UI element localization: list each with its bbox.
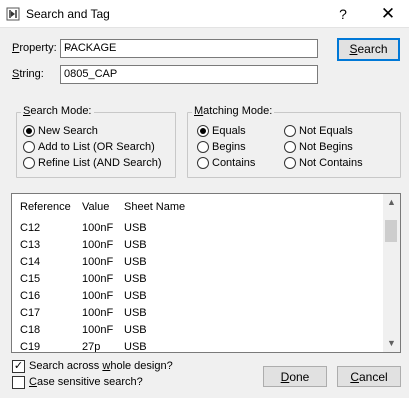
- table-row-sheet[interactable]: USB: [124, 341, 147, 352]
- begins-label[interactable]: Begins: [212, 141, 246, 153]
- scroll-up-icon[interactable]: ▲: [383, 194, 400, 211]
- not-equals-radio[interactable]: [284, 125, 296, 137]
- not-equals-label[interactable]: Not Equals: [299, 125, 353, 137]
- search-button[interactable]: Search: [337, 38, 400, 61]
- table-row-reference[interactable]: C15: [20, 273, 40, 285]
- table-row-reference[interactable]: C14: [20, 256, 40, 268]
- not-begins-label[interactable]: Not Begins: [299, 141, 353, 153]
- string-value: 0805_CAP: [64, 68, 118, 80]
- new-search-radio[interactable]: [23, 125, 35, 137]
- help-button[interactable]: ?: [330, 3, 356, 25]
- table-row-value[interactable]: 27p: [82, 341, 100, 352]
- table-row-value[interactable]: 100nF: [82, 307, 113, 319]
- equals-label[interactable]: Equals: [212, 125, 246, 137]
- table-row-sheet[interactable]: USB: [124, 290, 147, 302]
- table-row-sheet[interactable]: USB: [124, 273, 147, 285]
- whole-design-checkbox[interactable]: ✓: [12, 360, 25, 373]
- app-icon: [6, 7, 20, 21]
- table-row-value[interactable]: 100nF: [82, 273, 113, 285]
- case-sensitive-checkbox[interactable]: [12, 376, 25, 389]
- string-input[interactable]: 0805_CAP: [60, 65, 318, 84]
- column-header-value[interactable]: Value: [82, 201, 109, 213]
- whole-design-label[interactable]: Search across whole design?: [29, 360, 173, 372]
- new-search-label[interactable]: New Search: [38, 125, 98, 137]
- table-row-reference[interactable]: C19: [20, 341, 40, 352]
- table-row-sheet[interactable]: USB: [124, 256, 147, 268]
- close-button[interactable]: ✕: [374, 3, 402, 25]
- search-mode-title: Search Mode:: [21, 105, 94, 117]
- refine-list-radio[interactable]: [23, 157, 35, 169]
- vertical-scrollbar[interactable]: ▲ ▼: [383, 194, 400, 352]
- string-label: String:: [12, 68, 44, 80]
- window-title: Search and Tag: [26, 7, 110, 21]
- table-row-reference[interactable]: C16: [20, 290, 40, 302]
- property-combo[interactable]: PACKAGE ⌄: [60, 39, 318, 58]
- table-row-value[interactable]: 100nF: [82, 290, 113, 302]
- table-row-value[interactable]: 100nF: [82, 324, 113, 336]
- table-row-reference[interactable]: C13: [20, 239, 40, 251]
- begins-radio[interactable]: [197, 141, 209, 153]
- not-contains-radio[interactable]: [284, 157, 296, 169]
- not-begins-radio[interactable]: [284, 141, 296, 153]
- matching-mode-title: Matching Mode:: [192, 105, 275, 117]
- contains-label[interactable]: Contains: [212, 157, 255, 169]
- equals-radio[interactable]: [197, 125, 209, 137]
- not-contains-label[interactable]: Not Contains: [299, 157, 363, 169]
- table-row-reference[interactable]: C18: [20, 324, 40, 336]
- property-label: Property:: [12, 42, 57, 54]
- add-to-list-label[interactable]: Add to List (OR Search): [38, 141, 155, 153]
- contains-radio[interactable]: [197, 157, 209, 169]
- table-row-reference[interactable]: C12: [20, 222, 40, 234]
- column-header-reference[interactable]: Reference: [20, 201, 71, 213]
- table-row-sheet[interactable]: USB: [124, 324, 147, 336]
- table-row-reference[interactable]: C17: [20, 307, 40, 319]
- cancel-button[interactable]: Cancel: [337, 366, 401, 387]
- table-row-value[interactable]: 100nF: [82, 222, 113, 234]
- column-header-sheet-name[interactable]: Sheet Name: [124, 201, 185, 213]
- table-row-sheet[interactable]: USB: [124, 222, 147, 234]
- scroll-thumb[interactable]: [385, 220, 397, 242]
- add-to-list-radio[interactable]: [23, 141, 35, 153]
- results-list[interactable]: Reference Value Sheet Name C12 100nF USB…: [11, 193, 401, 353]
- table-row-sheet[interactable]: USB: [124, 307, 147, 319]
- table-row-value[interactable]: 100nF: [82, 256, 113, 268]
- scroll-down-icon[interactable]: ▼: [383, 335, 400, 352]
- case-sensitive-label[interactable]: Case sensitive search?: [29, 376, 143, 388]
- chevron-down-icon[interactable]: ⌄: [64, 42, 314, 53]
- refine-list-label[interactable]: Refine List (AND Search): [38, 157, 162, 169]
- table-row-sheet[interactable]: USB: [124, 239, 147, 251]
- done-button[interactable]: Done: [263, 366, 327, 387]
- title-bar: Search and Tag ? ✕: [0, 0, 409, 28]
- table-row-value[interactable]: 100nF: [82, 239, 113, 251]
